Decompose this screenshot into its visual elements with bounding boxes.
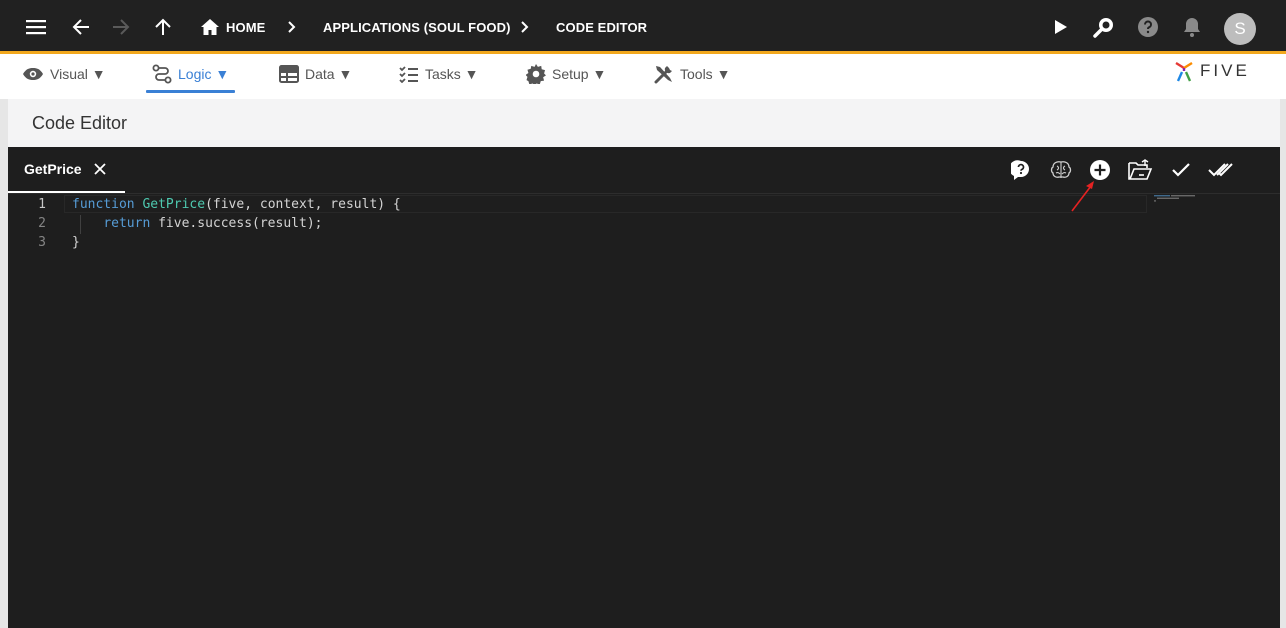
- code-line[interactable]: }: [72, 233, 80, 252]
- keyword-token: return: [103, 216, 151, 231]
- page-title: Code Editor: [32, 112, 128, 133]
- breadcrumb-home[interactable]: HOME: [226, 0, 265, 54]
- checklist-icon: [399, 66, 418, 83]
- main-menu-bar: Visual ▼ Logic ▼ Data ▼ Tasks ▼ Setup ▼ …: [0, 57, 1286, 99]
- menu-logic[interactable]: Logic ▼: [145, 57, 236, 93]
- help-bubble-button[interactable]: [1008, 157, 1034, 183]
- code-editor: GetPrice 1 2 3 function GetPrice(five, c…: [8, 147, 1280, 628]
- tab-label: GetPrice: [24, 161, 82, 177]
- section-header: Code Editor: [8, 99, 1280, 147]
- menu-button[interactable]: [22, 0, 50, 54]
- forward-button[interactable]: [108, 0, 134, 54]
- menu-data-label: Data ▼: [305, 66, 353, 82]
- tab-getprice[interactable]: GetPrice: [8, 147, 125, 193]
- code-token: (five, context, result) {: [205, 197, 401, 212]
- menu-tools[interactable]: Tools ▼: [654, 57, 730, 91]
- play-icon: [1055, 20, 1067, 34]
- route-icon: [152, 64, 172, 84]
- menu-tools-label: Tools ▼: [680, 66, 731, 82]
- annotation-arrow-icon: [1071, 181, 1094, 212]
- five-star-logo-icon: [1175, 61, 1193, 82]
- menu-tasks[interactable]: Tasks ▼: [399, 57, 479, 91]
- keyword-token: function: [72, 197, 135, 212]
- breadcrumb-separator: [287, 0, 297, 54]
- line-number: 3: [38, 235, 46, 250]
- menu-setup[interactable]: Setup ▼: [526, 57, 606, 91]
- brain-icon: [1050, 161, 1072, 178]
- indent-token: [72, 216, 103, 231]
- open-folder-icon: [1128, 159, 1153, 180]
- chevron-right-icon: [521, 21, 529, 33]
- eye-icon: [23, 68, 43, 80]
- breadcrumb-code-editor[interactable]: CODE EDITOR: [556, 0, 647, 54]
- menu-visual-label: Visual ▼: [50, 66, 106, 82]
- inspect-button[interactable]: [1092, 0, 1116, 54]
- help-button[interactable]: [1137, 0, 1159, 54]
- check-icon: [1172, 163, 1190, 177]
- arrow-left-icon: [72, 19, 89, 35]
- menu-setup-label: Setup ▼: [552, 66, 607, 82]
- avatar[interactable]: S: [1224, 13, 1256, 45]
- close-icon: [93, 163, 106, 175]
- table-icon: [279, 65, 299, 83]
- arrow-up-icon: [155, 18, 171, 35]
- menu-data[interactable]: Data ▼: [279, 57, 352, 91]
- help-icon: [1138, 17, 1158, 37]
- breadcrumb-applications[interactable]: APPLICATIONS (SOUL FOOD): [323, 0, 511, 54]
- function-name-token: GetPrice: [142, 197, 206, 212]
- double-check-icon: [1208, 163, 1233, 177]
- search-icon: [1093, 18, 1113, 38]
- run-button[interactable]: [1050, 0, 1072, 54]
- arrow-right-icon: [113, 19, 130, 35]
- code-line[interactable]: function GetPrice(five, context, result)…: [72, 195, 401, 214]
- line-number: 1: [38, 197, 46, 212]
- five-logo: FIVE: [1172, 59, 1250, 83]
- hamburger-menu-icon: [26, 20, 46, 35]
- code-line[interactable]: return five.success(result);: [72, 214, 322, 233]
- save-button[interactable]: [1168, 157, 1194, 183]
- bell-icon: [1184, 18, 1200, 37]
- minimap[interactable]: [1154, 195, 1202, 203]
- code-token: five.success(result);: [150, 216, 323, 231]
- tools-icon: [654, 66, 672, 84]
- line-number: 2: [38, 216, 46, 231]
- home-icon: [201, 19, 219, 35]
- close-tab-button[interactable]: [93, 163, 106, 175]
- code-token: }: [72, 235, 80, 250]
- notifications-button[interactable]: [1181, 0, 1203, 54]
- help-bubble-icon: [1011, 160, 1029, 180]
- save-all-button[interactable]: [1208, 157, 1234, 183]
- home-crumb-icon-wrap[interactable]: [200, 0, 220, 54]
- back-button[interactable]: [68, 0, 94, 54]
- gear-icon: [526, 64, 546, 84]
- code-area[interactable]: 1 2 3 function GetPrice(five, context, r…: [8, 194, 1280, 628]
- chevron-right-icon: [288, 21, 296, 33]
- breadcrumb-separator: [520, 0, 530, 54]
- five-logo-text: FIVE: [1200, 61, 1250, 80]
- open-file-button[interactable]: [1127, 157, 1153, 183]
- menu-visual[interactable]: Visual ▼: [22, 57, 106, 91]
- menu-logic-label: Logic ▼: [178, 66, 230, 82]
- up-button[interactable]: [152, 0, 174, 54]
- top-app-bar: HOME APPLICATIONS (SOUL FOOD) CODE EDITO…: [0, 0, 1286, 54]
- menu-tasks-label: Tasks ▼: [425, 66, 479, 82]
